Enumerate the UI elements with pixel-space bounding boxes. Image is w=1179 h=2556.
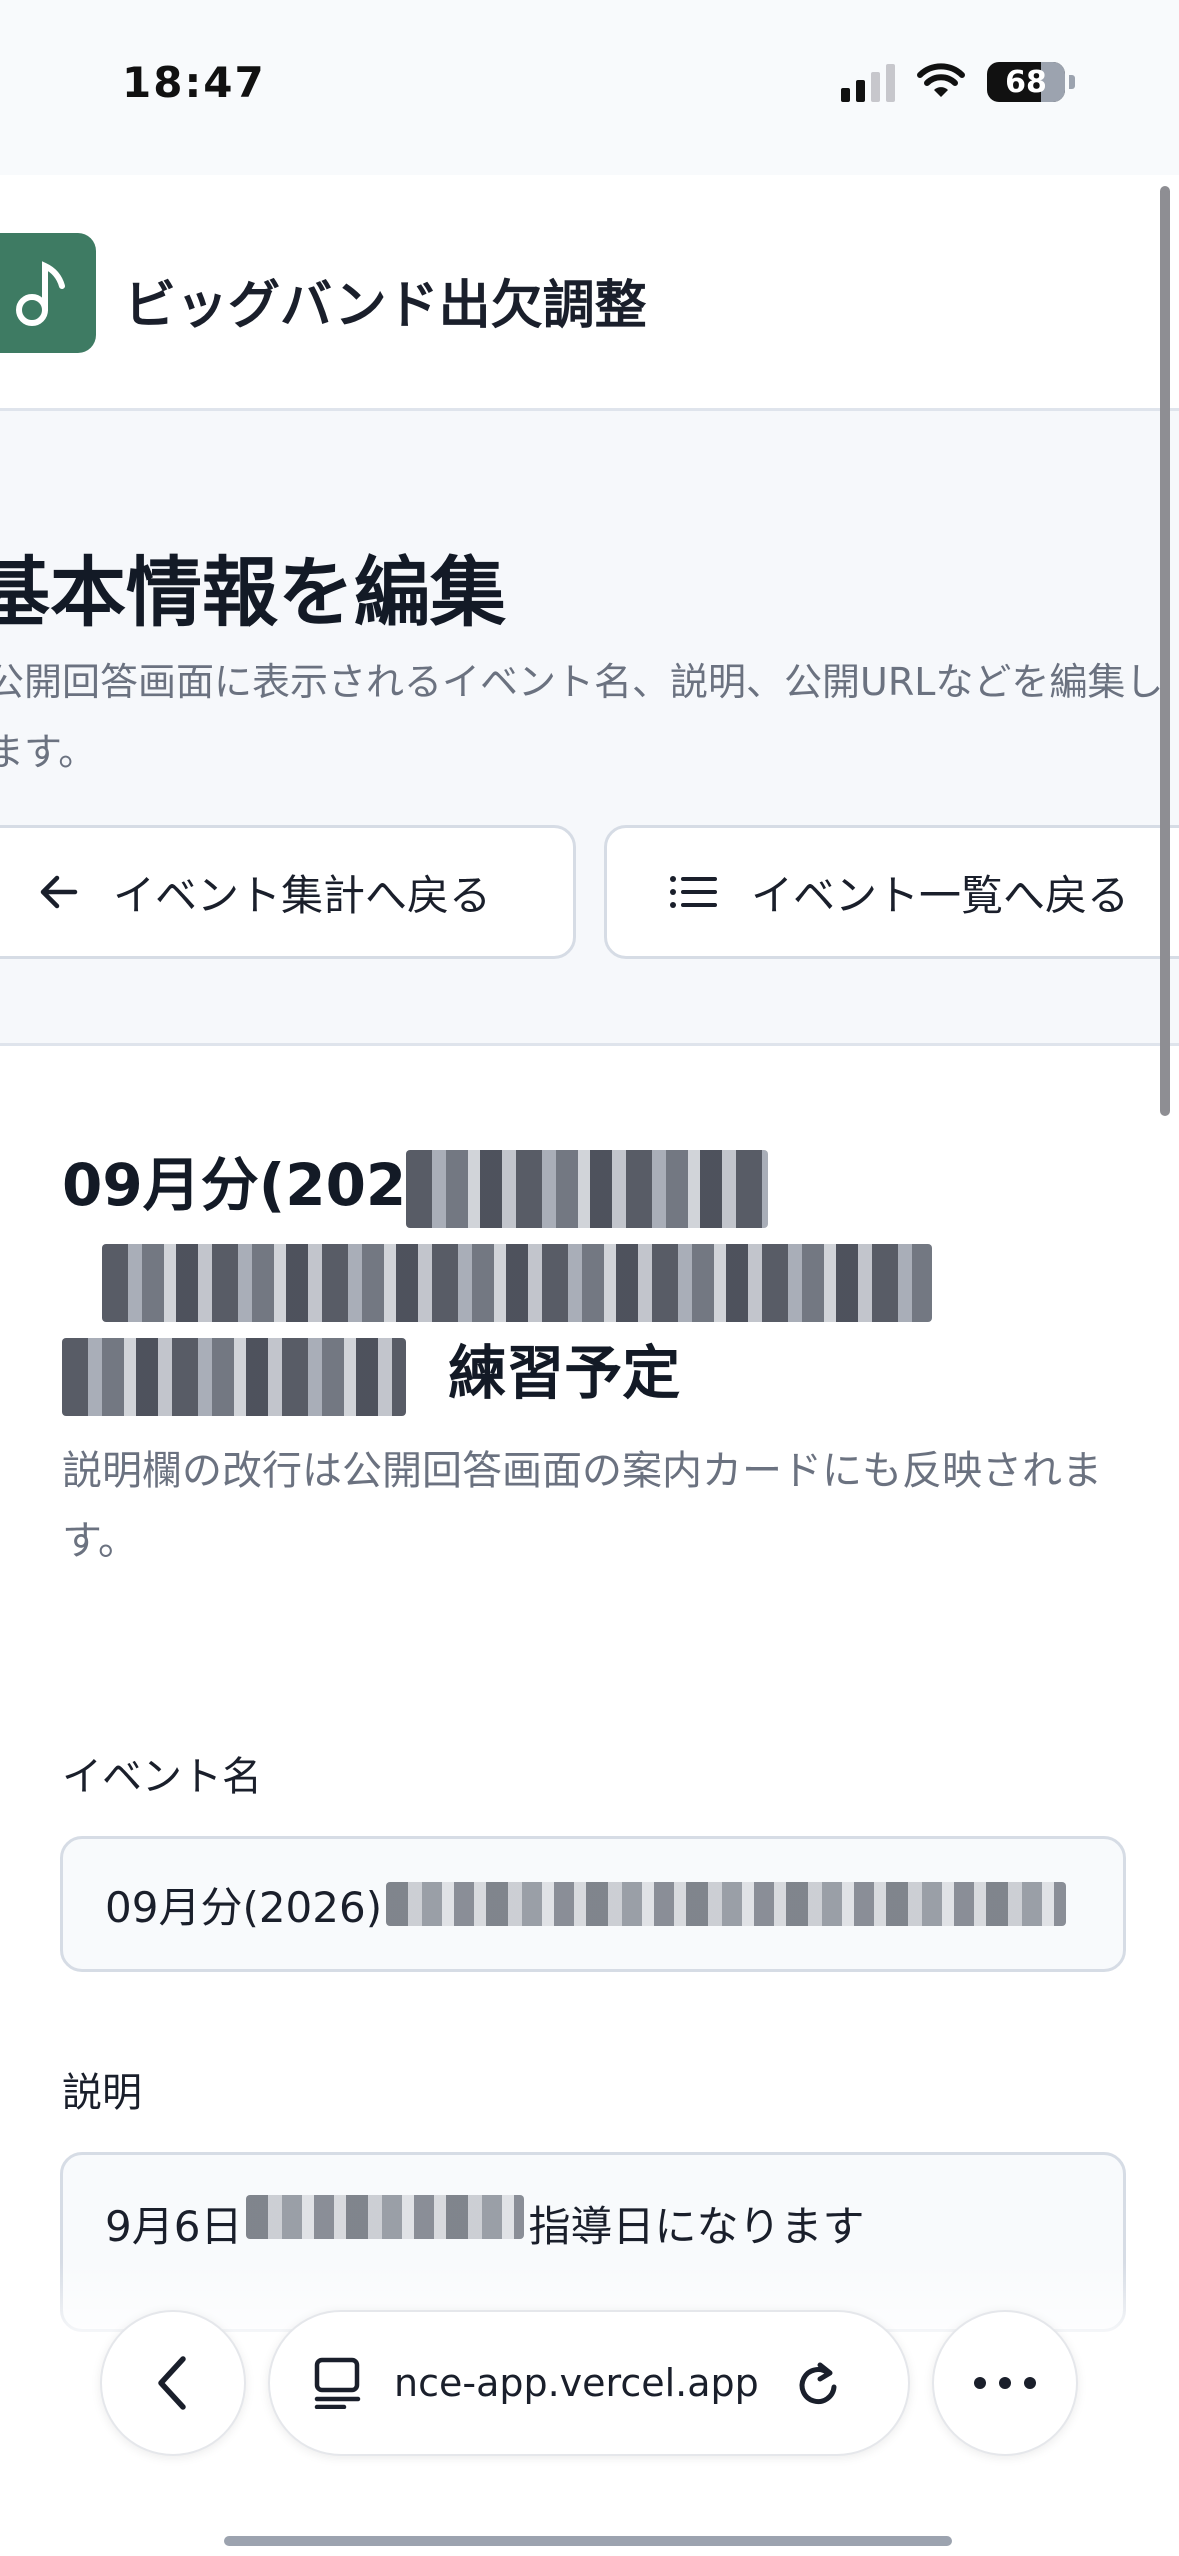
battery-level: 68: [1005, 64, 1047, 100]
status-icons: 68: [841, 62, 1075, 102]
event-note: 説明欄の改行は公開回答画面の案内カードにも反映されます。: [62, 1448, 1102, 1564]
wifi-icon: [917, 63, 965, 97]
arrow-left-icon: [40, 875, 78, 909]
status-bar: 18:47 68: [0, 0, 1179, 175]
app-header: ビッグバンド出欠調整: [0, 175, 1179, 411]
page-header: 基本情報を編集 公開回答画面に表示されるイベント名、説明、公開URLなどを編集し…: [0, 411, 1179, 1046]
description-value-prefix: 9月6日: [105, 2202, 243, 2251]
back-to-summary-button[interactable]: イベント集計へ戻る: [0, 825, 576, 959]
page-description: 公開回答画面に表示されるイベント名、説明、公開URLなどを編集します。: [0, 660, 1164, 774]
redacted-text: [406, 1149, 769, 1228]
event-title: 09月分(202 練習予定: [62, 1138, 962, 1420]
reader-icon: [314, 2357, 361, 2409]
home-indicator[interactable]: [224, 2536, 952, 2546]
browser-toolbar: nce-app.vercel.app: [0, 2262, 1179, 2556]
event-name-label: イベント名: [62, 1754, 262, 1800]
status-time: 18:47: [122, 58, 266, 107]
redacted-text: [102, 1243, 932, 1322]
chevron-left-icon: [158, 2356, 186, 2410]
back-to-summary-label: イベント集計へ戻る: [113, 870, 492, 920]
list-icon: [670, 876, 717, 908]
cellular-signal-icon: [841, 62, 895, 102]
url-text: nce-app.vercel.app: [394, 2361, 759, 2405]
browser-back-button[interactable]: [100, 2310, 246, 2456]
music-note-icon[interactable]: [0, 233, 96, 353]
reload-icon[interactable]: [794, 2357, 844, 2409]
event-name-value: 09月分(2026): [105, 1882, 383, 1932]
description-label: 説明: [62, 2070, 142, 2116]
address-bar[interactable]: nce-app.vercel.app: [268, 2310, 910, 2456]
redacted-text: [62, 1337, 406, 1416]
battery-nub: [1069, 75, 1075, 89]
event-title-prefix: 09月分(202: [62, 1151, 407, 1219]
event-title-suffix: 練習予定: [448, 1339, 681, 1407]
back-to-list-label: イベント一覧へ戻る: [751, 870, 1130, 920]
page-title: 基本情報を編集: [0, 548, 506, 637]
redacted-text: [386, 1882, 1067, 1926]
scrollbar[interactable]: [1160, 186, 1170, 1116]
description-value-suffix: 指導日になります: [528, 2202, 865, 2251]
page: 18:47 68 ビッグバンド出欠調整 基本情報を編集 公開回答画面に表示される…: [0, 0, 1179, 2556]
battery-icon: 68: [987, 62, 1065, 102]
back-to-list-button[interactable]: イベント一覧へ戻る: [604, 825, 1179, 959]
event-name-input[interactable]: 09月分(2026): [60, 1836, 1126, 1972]
ellipsis-icon: [974, 2377, 1036, 2389]
app-title[interactable]: ビッグバンド出欠調整: [124, 263, 647, 338]
redacted-text: [246, 2195, 525, 2239]
more-options-button[interactable]: [932, 2310, 1078, 2456]
